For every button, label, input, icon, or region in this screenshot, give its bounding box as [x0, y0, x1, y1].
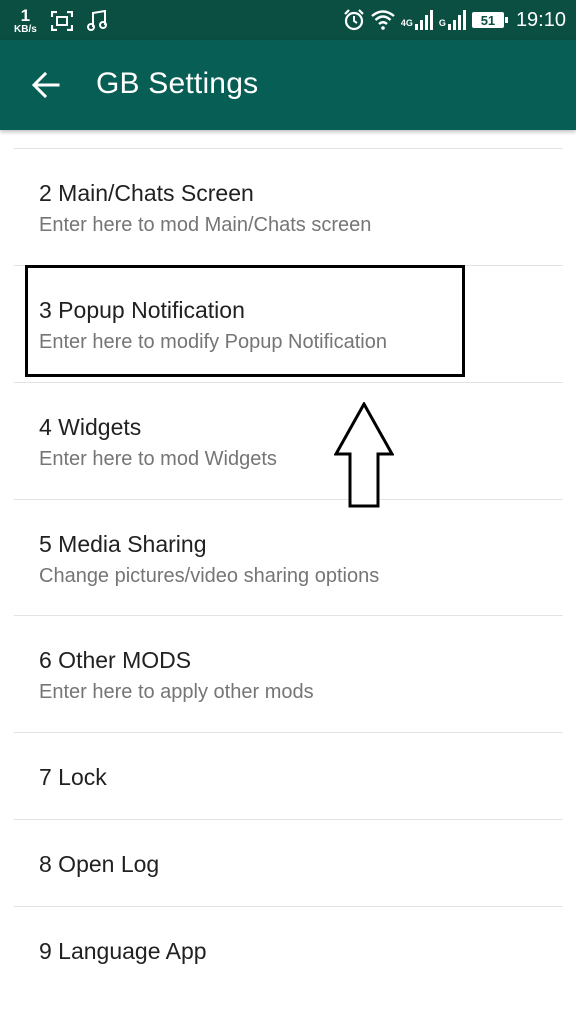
- settings-item-label: 7 Lock: [39, 764, 107, 790]
- signal-icon-sim1: [414, 10, 433, 30]
- settings-item-label: 8 Open Log: [39, 851, 160, 877]
- settings-item-main-chats-screen[interactable]: 2 Main/Chats Screen Enter here to mod Ma…: [14, 148, 563, 266]
- app-bar: GB Settings: [0, 40, 576, 130]
- network-speed-value: 1: [20, 6, 31, 25]
- settings-item-description: Enter here to mod Widgets: [39, 448, 277, 470]
- status-bar-left: 1 KB/s: [14, 3, 107, 39]
- highlight-box: [25, 265, 465, 377]
- settings-item-other-mods[interactable]: 6 Other MODS Enter here to apply other m…: [14, 615, 563, 733]
- page-title: GB Settings: [96, 67, 259, 100]
- settings-item-label: 9 Language App: [39, 938, 207, 964]
- network-speed-unit: KB/s: [14, 24, 37, 35]
- settings-item-label: 6 Other MODS: [39, 647, 192, 673]
- status-bar: 1 KB/s 4G G 51 19:10: [0, 0, 576, 40]
- settings-item-widgets[interactable]: 4 Widgets Enter here to mod Widgets: [14, 382, 563, 500]
- battery-level: 51: [480, 12, 496, 28]
- back-arrow-icon[interactable]: [30, 68, 64, 102]
- network-type-label-1: 4G: [400, 18, 413, 28]
- settings-item-open-log[interactable]: 8 Open Log: [14, 819, 563, 907]
- settings-item-label: 5 Media Sharing: [39, 531, 207, 557]
- wifi-icon: [371, 10, 395, 30]
- settings-item-language-app[interactable]: 9 Language App: [14, 906, 563, 1025]
- screenshot-icon: [50, 11, 73, 31]
- settings-item-description: Change pictures/video sharing options: [39, 565, 380, 587]
- settings-item-label: 2 Main/Chats Screen: [39, 180, 254, 206]
- settings-item-description: Enter here to mod Main/Chats screen: [39, 214, 372, 236]
- settings-item-lock[interactable]: 7 Lock: [14, 732, 563, 820]
- settings-item-description: Enter here to apply other mods: [39, 681, 314, 703]
- battery-indicator: 51: [471, 12, 508, 28]
- network-speed: 1 KB/s: [14, 7, 37, 35]
- settings-item-media-sharing[interactable]: 5 Media Sharing Change pictures/video sh…: [14, 499, 563, 616]
- settings-item-label: 4 Widgets: [39, 414, 142, 440]
- alarm-icon: [344, 9, 364, 31]
- network-type-label-2: G: [438, 18, 446, 28]
- status-bar-right: 4G G 51 19:10: [343, 0, 566, 40]
- music-note-icon: [86, 10, 107, 31]
- up-arrow-annotation: [334, 402, 394, 508]
- signal-icon-sim2: [447, 10, 466, 30]
- clock: 19:10: [515, 8, 566, 31]
